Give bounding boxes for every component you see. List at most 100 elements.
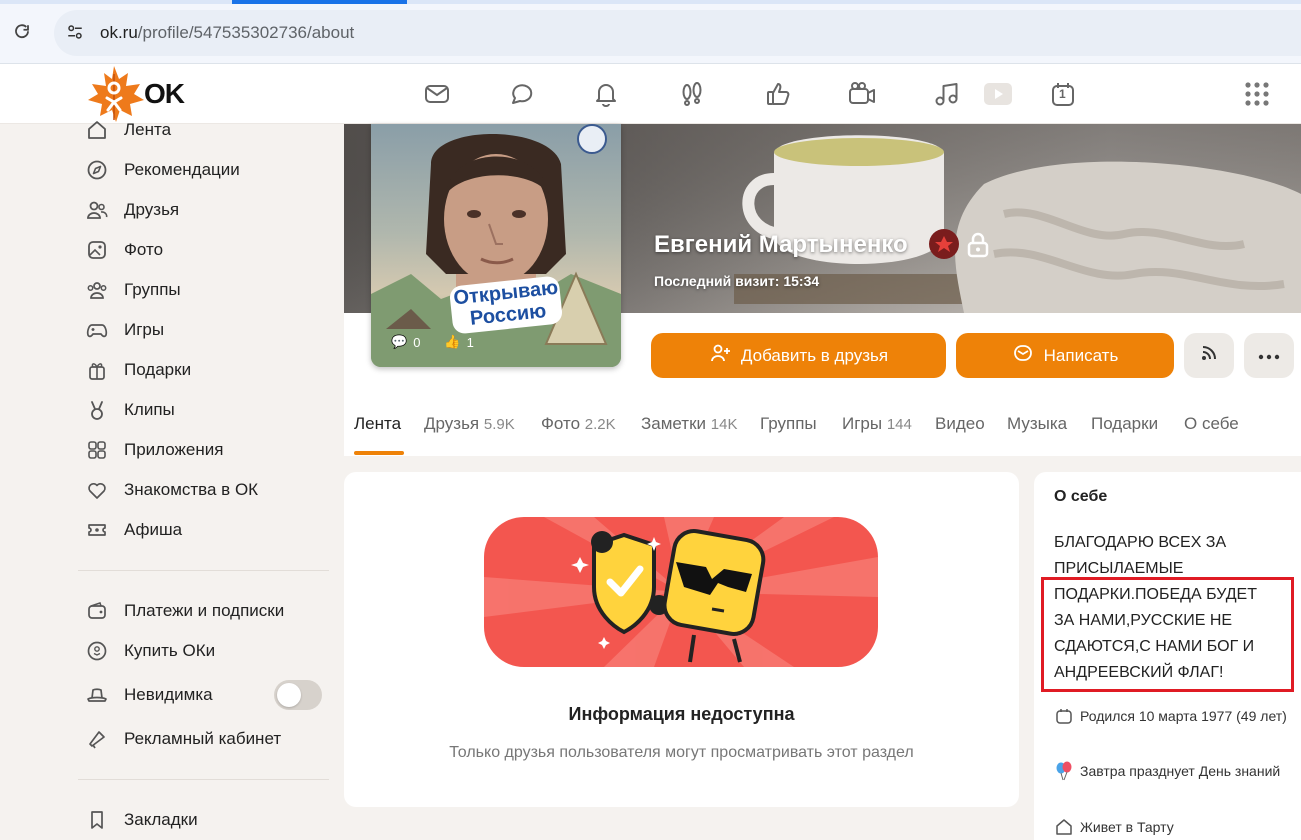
- write-label: Написать: [1043, 345, 1119, 365]
- tab-count: 5.9K: [483, 416, 515, 433]
- unavailable-title: Информация недоступна: [568, 704, 795, 724]
- tab-feed[interactable]: Лента: [354, 414, 401, 434]
- tab-video[interactable]: Видео: [935, 414, 985, 434]
- tab-label: Музыка: [1007, 414, 1068, 433]
- avatar-photo: [371, 124, 621, 367]
- sidebar-item-label: Игры: [124, 320, 165, 339]
- sidebar-item-dating[interactable]: Знакомства в ОК: [85, 475, 258, 505]
- tab-label: Фото: [541, 414, 581, 433]
- photo-icon: [85, 238, 109, 262]
- hearts-icon: [85, 478, 109, 502]
- mail-icon[interactable]: [421, 78, 453, 110]
- profile-avatar[interactable]: Открываю Россию 💬 0 👍 1: [371, 124, 621, 367]
- write-message-button[interactable]: Написать: [956, 333, 1174, 378]
- sidebar-item-apps[interactable]: Приложения: [85, 435, 223, 465]
- likes-icon[interactable]: [762, 78, 794, 110]
- gamepad-icon: [85, 318, 109, 342]
- sidebar-item-recommendations[interactable]: Рекомендации: [85, 155, 240, 185]
- sidebar-divider: [78, 779, 329, 780]
- add-friend-label: Добавить в друзья: [740, 345, 889, 365]
- apps-icon: [85, 438, 109, 462]
- megaphone-icon: [85, 727, 109, 751]
- chat-icon[interactable]: [506, 78, 538, 110]
- ticket-icon: [85, 518, 109, 542]
- sidebar-item-photo[interactable]: Фото: [85, 235, 163, 265]
- like-icon: 👍: [444, 334, 461, 349]
- tab-games[interactable]: Игры 144: [842, 414, 912, 434]
- tab-label: Видео: [935, 414, 985, 433]
- profile-name: Евгений Мартыненко: [654, 231, 908, 258]
- lock-icon: [965, 231, 991, 259]
- tab-friends[interactable]: Друзья 5.9K: [424, 414, 515, 434]
- clips-icon: [85, 398, 109, 422]
- sidebar-item-label: Знакомства в ОК: [124, 480, 259, 499]
- sidebar-item-label: Друзья: [124, 200, 180, 219]
- birthday-text: Родился 10 марта 1977 (49 лет): [1080, 708, 1287, 724]
- gift-icon: [85, 358, 109, 382]
- sidebar-item-games[interactable]: Игры: [85, 315, 164, 345]
- sidebar-item-label: Платежи и подписки: [124, 601, 285, 620]
- sidebar-item-invisible[interactable]: Невидимка: [85, 680, 213, 710]
- tab-count: 144: [886, 416, 912, 433]
- tab-notes[interactable]: Заметки 14K: [641, 414, 737, 434]
- sidebar-item-label: Приложения: [124, 440, 224, 459]
- guests-icon[interactable]: [676, 78, 708, 110]
- friends-icon: [85, 198, 109, 222]
- sidebar-item-clips[interactable]: Клипы: [85, 395, 175, 425]
- home-icon: [85, 118, 109, 142]
- tab-photo[interactable]: Фото 2.2K: [541, 414, 616, 434]
- tab-count: 2.2K: [584, 416, 616, 433]
- avatar-comments-count: 0: [413, 334, 421, 350]
- sidebar-item-payments[interactable]: Платежи и подписки: [85, 596, 284, 626]
- invisible-toggle[interactable]: [274, 680, 322, 710]
- site-settings-icon[interactable]: [64, 21, 86, 43]
- sidebar-item-gifts[interactable]: Подарки: [85, 355, 191, 385]
- avatar-stats: 💬 0 👍 1: [391, 334, 474, 350]
- tab-count: 14K: [710, 416, 738, 433]
- sidebar-item-label: Купить ОКи: [124, 641, 216, 660]
- video-chat-icon[interactable]: [846, 78, 878, 110]
- bell-icon[interactable]: [590, 78, 622, 110]
- sidebar-item-label: Клипы: [124, 400, 175, 419]
- birthday-fact: Родился 10 марта 1977 (49 лет): [1054, 705, 1294, 728]
- sidebar-item-label: Лента: [124, 120, 172, 139]
- tab-gifts[interactable]: Подарки: [1091, 414, 1158, 434]
- active-tab-indicator[interactable]: [232, 0, 407, 4]
- calendar-icon[interactable]: 1: [1047, 78, 1079, 110]
- locked-illustration: [484, 517, 878, 667]
- apps-grid-icon[interactable]: [1241, 78, 1273, 110]
- sidebar-item-bookmarks[interactable]: Закладки: [85, 805, 198, 835]
- sidebar-item-buy-oki[interactable]: Купить ОКи: [85, 636, 215, 666]
- active-tab-underline: [354, 451, 404, 455]
- sidebar-divider: [78, 570, 329, 571]
- tab-about[interactable]: О себе: [1184, 414, 1239, 434]
- add-friend-button[interactable]: Добавить в друзья: [651, 333, 946, 378]
- avatar-likes-count: 1: [466, 334, 474, 350]
- music-icon[interactable]: [930, 78, 962, 110]
- url-domain: ok.ru: [100, 23, 138, 42]
- bookmark-icon: [85, 808, 109, 832]
- sidebar-item-friends[interactable]: Друзья: [85, 195, 179, 225]
- tab-label: Игры: [842, 414, 883, 433]
- sidebar-item-afisha[interactable]: Афиша: [85, 515, 182, 545]
- tab-music[interactable]: Музыка: [1007, 414, 1067, 434]
- gift-badge-icon[interactable]: [929, 229, 959, 259]
- sidebar-item-groups[interactable]: Группы: [85, 275, 181, 305]
- coin-icon: [85, 639, 109, 663]
- video-icon[interactable]: [982, 78, 1014, 110]
- tab-label: Заметки: [641, 414, 707, 433]
- tab-label: О себе: [1184, 414, 1239, 433]
- logo-text: OK: [144, 78, 185, 109]
- highlight-box: [1041, 577, 1294, 692]
- holiday-text: Завтра празднует День знаний: [1080, 763, 1281, 779]
- tab-label: Подарки: [1091, 414, 1159, 433]
- reload-icon[interactable]: [10, 20, 34, 44]
- groups-icon: [85, 278, 109, 302]
- rss-icon: [1199, 343, 1219, 368]
- url-text[interactable]: ok.ru/profile/547535302736/about: [100, 23, 354, 43]
- sidebar-item-ads[interactable]: Рекламный кабинет: [85, 724, 281, 754]
- more-button[interactable]: [1244, 333, 1294, 378]
- sidebar-item-feed[interactable]: Лента: [85, 115, 171, 145]
- subscribe-button[interactable]: [1184, 333, 1234, 378]
- tab-groups[interactable]: Группы: [760, 414, 817, 434]
